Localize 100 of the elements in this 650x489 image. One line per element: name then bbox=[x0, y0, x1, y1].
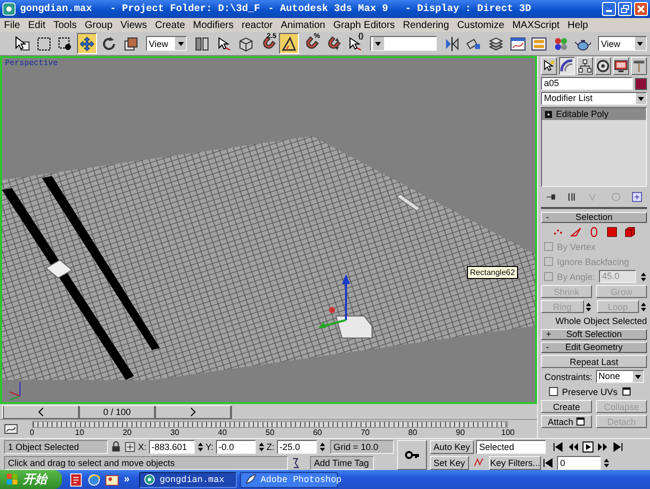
picture-icon bbox=[105, 472, 119, 486]
edge-icon bbox=[570, 226, 582, 238]
frame-tick-label: 10 bbox=[74, 428, 86, 437]
menu-item[interactable]: Customize bbox=[457, 20, 504, 30]
move-icon bbox=[79, 36, 96, 52]
expand-box-icon bbox=[545, 110, 552, 118]
frame-tick-label: 0 bbox=[28, 428, 36, 437]
panel-button[interactable]: Create bbox=[541, 400, 592, 413]
set-key-button[interactable]: Set Key bbox=[430, 456, 470, 470]
auto-key-button[interactable]: Auto Key bbox=[430, 440, 474, 454]
constraints-label: Constraints: bbox=[544, 372, 593, 382]
move-button[interactable] bbox=[77, 33, 98, 54]
frame-counter: 0 / 100 bbox=[79, 406, 155, 418]
restore-button[interactable] bbox=[618, 2, 632, 16]
coordinate-field[interactable]: -883.601 bbox=[148, 440, 195, 454]
menu-item[interactable]: reactor bbox=[242, 20, 273, 30]
coordinate-field[interactable]: -0.0 bbox=[216, 440, 256, 454]
select-object-icon bbox=[14, 36, 30, 52]
pivot-icon bbox=[194, 36, 210, 52]
grid-size: Grid = 10.0 bbox=[330, 440, 394, 454]
menu-item[interactable]: File bbox=[4, 20, 20, 30]
utilities-icon bbox=[632, 59, 646, 73]
menu-item[interactable]: Group bbox=[84, 20, 113, 30]
frame-tick-label: 90 bbox=[454, 428, 466, 437]
menu-item[interactable]: Animation bbox=[280, 20, 326, 30]
next-frame-icon bbox=[597, 441, 610, 453]
document-icon bbox=[69, 472, 83, 486]
menu-item[interactable]: Graph Editors bbox=[333, 20, 395, 30]
menu-item[interactable]: Edit bbox=[28, 20, 46, 30]
taskbar-button[interactable]: gongdian.max bbox=[138, 472, 237, 488]
previous-frame-icon bbox=[37, 406, 45, 416]
option-label: Ignore Backfacing bbox=[557, 256, 630, 266]
rollout-header[interactable]: - Edit Geometry bbox=[541, 342, 647, 353]
frame-tick-label: 60 bbox=[312, 428, 324, 437]
menu-item[interactable]: Views bbox=[120, 20, 148, 30]
panel-button[interactable]: Repeat Last bbox=[541, 355, 647, 368]
axis-label: Z: bbox=[266, 442, 275, 452]
close-button[interactable] bbox=[634, 2, 648, 16]
feather-icon bbox=[244, 473, 257, 486]
object-tooltip: Rectangle62 bbox=[467, 266, 518, 279]
track-bar-ruler[interactable] bbox=[32, 421, 508, 428]
menu-item[interactable]: Rendering bbox=[402, 20, 450, 30]
panel-button[interactable]: Attach bbox=[541, 415, 592, 428]
object-name-field[interactable]: a05 bbox=[541, 77, 633, 90]
current-frame-field[interactable]: 0 bbox=[557, 456, 602, 470]
menu-item[interactable]: MAXScript bbox=[512, 20, 560, 30]
rollout-header[interactable]: + Soft Selection bbox=[541, 329, 647, 340]
checkbox[interactable] bbox=[549, 387, 558, 396]
menu-item[interactable]: Create bbox=[155, 20, 186, 30]
coordinate-field[interactable]: -25.0 bbox=[276, 440, 317, 454]
window-title: gongdian.max bbox=[20, 4, 92, 14]
cursor-icon bbox=[216, 36, 232, 52]
minimize-button[interactable] bbox=[602, 2, 616, 16]
more-icons[interactable]: » bbox=[124, 474, 130, 485]
key-filters-button[interactable]: Key Filters... bbox=[489, 456, 542, 470]
view-dropdown[interactable] bbox=[370, 36, 438, 51]
axis-label: Y: bbox=[206, 442, 214, 452]
spinner-icon bbox=[640, 270, 647, 282]
display-icon bbox=[614, 59, 628, 73]
key-mode-button[interactable] bbox=[396, 440, 427, 470]
viewport[interactable]: Perspective Rectangle62 bbox=[0, 56, 537, 404]
menu-item[interactable]: Help bbox=[568, 20, 588, 30]
menu-item[interactable]: Tools bbox=[53, 20, 77, 30]
absolute-mode-icon bbox=[124, 441, 136, 453]
panel-tab[interactable] bbox=[559, 57, 575, 75]
key-mode-toggle-icon bbox=[543, 457, 556, 469]
menu-item[interactable]: Modifiers bbox=[193, 20, 234, 30]
cube-icon bbox=[238, 36, 254, 52]
lock-icon bbox=[110, 441, 122, 453]
view-dropdown[interactable]: View bbox=[598, 36, 647, 51]
view-dropdown[interactable]: View bbox=[146, 36, 188, 51]
frame-tick-label: 100 bbox=[500, 428, 515, 437]
motion-icon bbox=[596, 59, 610, 73]
hierarchy-icon bbox=[578, 59, 592, 73]
settings-box-icon bbox=[622, 387, 631, 396]
frame-tick-label: 80 bbox=[407, 428, 418, 437]
key-set-dropdown[interactable]: Selected bbox=[476, 440, 546, 454]
constraints-dropdown[interactable]: None bbox=[596, 370, 644, 383]
angle-snap-button[interactable] bbox=[279, 33, 300, 54]
caret-icon bbox=[637, 94, 645, 102]
previous-frame-icon bbox=[567, 441, 580, 453]
caret-icon bbox=[374, 40, 382, 48]
rotate-icon bbox=[101, 36, 118, 52]
windows-flag-icon bbox=[6, 473, 19, 486]
create-icon bbox=[542, 59, 556, 73]
project-folder: - Project Folder: D:\3d_F bbox=[110, 4, 260, 14]
rollout-header[interactable]: - Selection bbox=[541, 212, 647, 223]
scale-icon bbox=[122, 36, 139, 52]
remove-modifier-icon bbox=[610, 191, 622, 203]
option-label: Preserve UVs bbox=[562, 386, 618, 396]
frame-tick-label: 30 bbox=[169, 428, 180, 437]
selection-count: 1 Object Selected bbox=[4, 440, 108, 454]
next-frame-icon bbox=[189, 406, 197, 416]
object-color-swatch[interactable] bbox=[635, 78, 647, 90]
stack-item[interactable]: Editable Poly bbox=[542, 108, 646, 120]
time-tag[interactable]: Add Time Tag bbox=[310, 456, 374, 470]
window-crossing-icon bbox=[57, 36, 74, 52]
frame-tick-label: 50 bbox=[264, 428, 276, 437]
time-slider-thumb[interactable]: 0 / 100 bbox=[2, 404, 232, 418]
modifier-list-dropdown[interactable]: Modifier List bbox=[541, 92, 647, 105]
